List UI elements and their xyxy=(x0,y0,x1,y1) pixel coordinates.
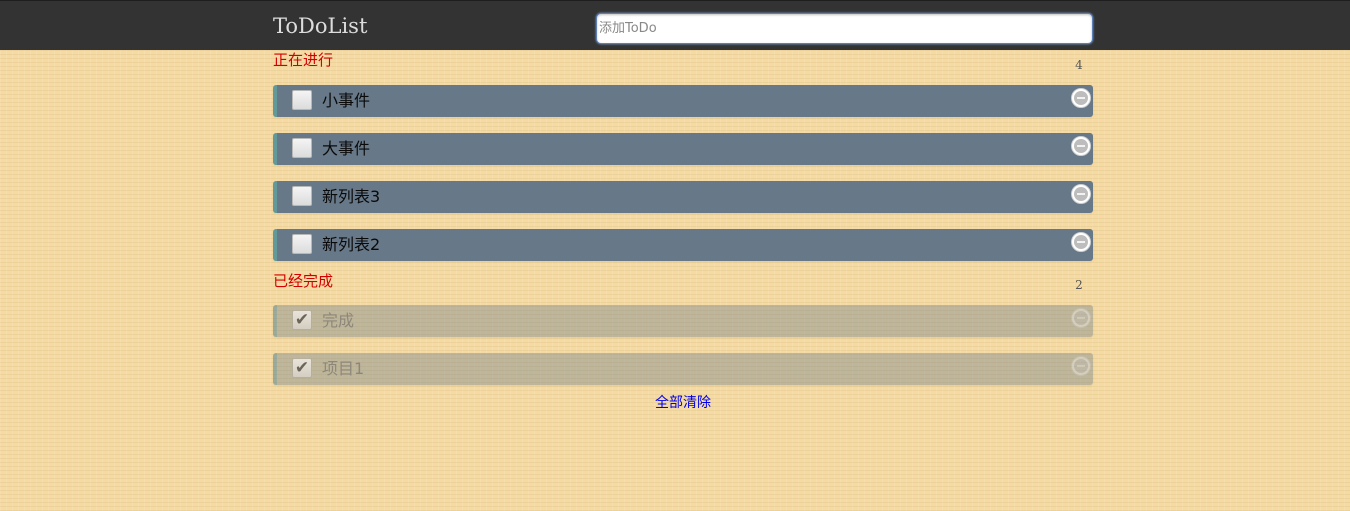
done-item-text[interactable]: 项目1 xyxy=(322,358,364,380)
done-item-text[interactable]: 完成 xyxy=(322,310,354,332)
delete-item-button[interactable] xyxy=(1071,136,1091,156)
app-header: ToDoList xyxy=(0,0,1350,50)
todo-item: 新列表2 xyxy=(273,229,1093,261)
done-item: ✔ 项目1 xyxy=(273,353,1093,385)
done-count: 2 xyxy=(1075,278,1083,292)
checked-checkbox-icon[interactable]: ✔ xyxy=(292,310,312,330)
app-title: ToDoList xyxy=(273,14,368,38)
todo-item: 小事件 xyxy=(273,85,1093,117)
delete-item-button[interactable] xyxy=(1071,184,1091,204)
todo-item-text[interactable]: 大事件 xyxy=(322,138,370,160)
todo-item-text[interactable]: 新列表3 xyxy=(322,186,380,208)
todo-item-text[interactable]: 新列表2 xyxy=(322,234,380,256)
delete-item-button[interactable] xyxy=(1071,308,1091,328)
clear-all-link[interactable]: 全部清除 xyxy=(655,393,711,413)
todo-item-text[interactable]: 小事件 xyxy=(322,90,370,112)
checked-checkbox-icon[interactable]: ✔ xyxy=(292,358,312,378)
done-section-title: 已经完成 xyxy=(273,272,334,290)
checkbox-icon[interactable] xyxy=(292,234,312,254)
delete-item-button[interactable] xyxy=(1071,356,1091,376)
todo-item: 大事件 xyxy=(273,133,1093,165)
add-todo-input[interactable] xyxy=(596,13,1093,44)
done-item: ✔ 完成 xyxy=(273,305,1093,337)
todo-item: 新列表3 xyxy=(273,181,1093,213)
doing-count: 4 xyxy=(1075,58,1083,72)
delete-item-button[interactable] xyxy=(1071,232,1091,252)
checkbox-icon[interactable] xyxy=(292,186,312,206)
checkbox-icon[interactable] xyxy=(292,90,312,110)
doing-section-title: 正在进行 xyxy=(273,51,334,69)
checkbox-icon[interactable] xyxy=(292,138,312,158)
delete-item-button[interactable] xyxy=(1071,88,1091,108)
